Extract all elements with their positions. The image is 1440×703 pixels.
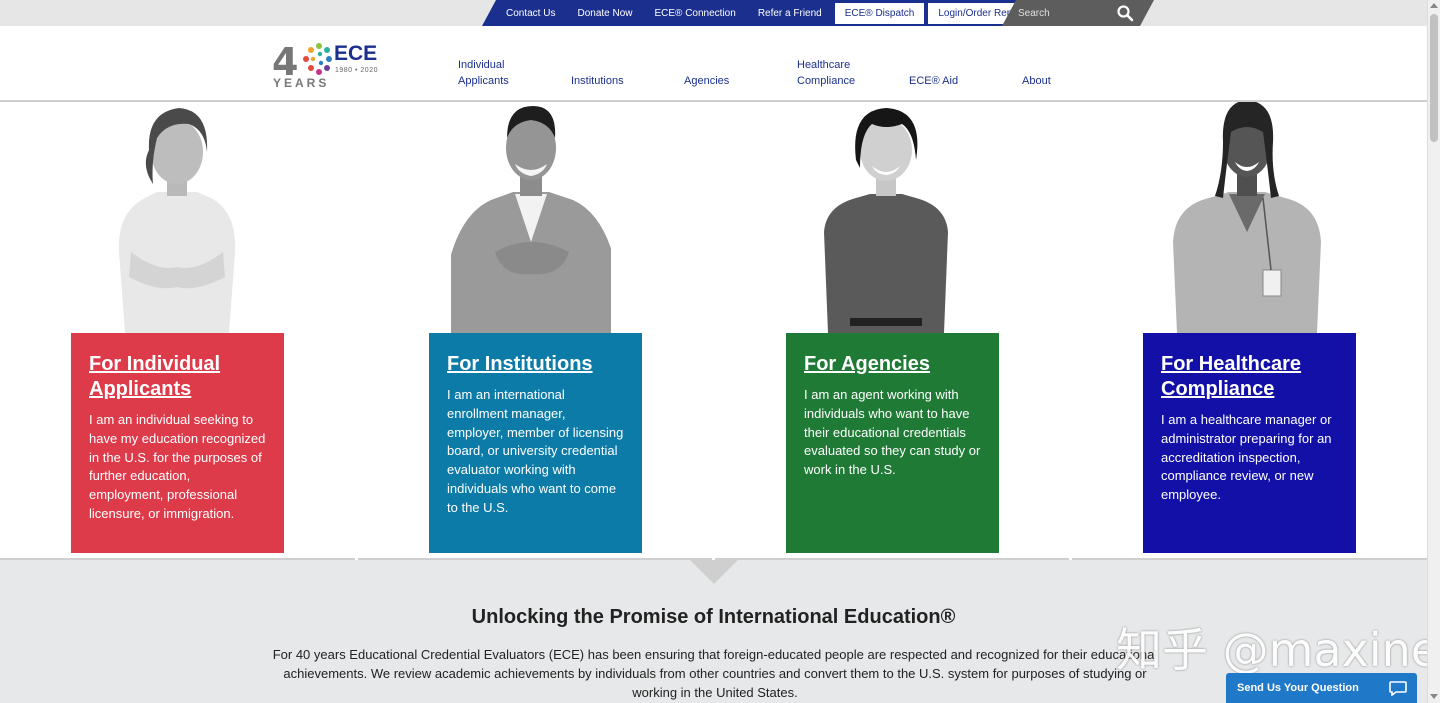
vertical-scrollbar[interactable] <box>1427 0 1440 703</box>
person-photo-agencies <box>824 108 948 333</box>
audience-card-individual: For Individual Applicants I am an indivi… <box>71 333 284 553</box>
nav-individual-applicants[interactable]: Individual Applicants <box>458 57 509 89</box>
chat-label: Send Us Your Question <box>1237 682 1359 694</box>
person-photo-institutions <box>451 106 611 333</box>
nav-institutions[interactable]: Institutions <box>571 73 624 89</box>
individual-applicants-link[interactable]: For Individual Applicants <box>89 352 266 402</box>
scroll-down-icon[interactable] <box>1430 694 1438 699</box>
audience-card-institutions: For Institutions I am an international e… <box>429 333 642 553</box>
nav-agencies[interactable]: Agencies <box>684 73 729 89</box>
audience-card-agencies: For Agencies I am an agent working with … <box>786 333 999 553</box>
nav-healthcare-compliance[interactable]: Healthcare Compliance <box>797 57 855 89</box>
logo-dots-icon <box>303 43 332 75</box>
card-description: I am an individual seeking to have my ed… <box>89 412 266 521</box>
search-input[interactable] <box>1018 5 1108 21</box>
scrollbar-thumb[interactable] <box>1430 14 1438 142</box>
nav-label: Applicants <box>458 75 509 87</box>
ece-logo[interactable]: 4 YEARS ECE 1980 • 2020 <box>272 40 387 92</box>
search-icon[interactable] <box>1116 4 1134 22</box>
person-photo-healthcare <box>1173 102 1321 333</box>
card-description: I am an agent working with individuals w… <box>804 387 981 478</box>
logo-years: YEARS <box>273 76 330 90</box>
card-description: I am an international enrollment manager… <box>447 387 624 515</box>
nav-label: Healthcare <box>797 59 851 71</box>
ece-connection-link[interactable]: ECE® Connection <box>655 8 736 19</box>
logo-brand: ECE <box>334 42 378 65</box>
send-question-chat-button[interactable]: Send Us Your Question <box>1226 673 1417 703</box>
scroll-up-icon[interactable] <box>1430 3 1438 8</box>
main-header <box>0 26 1427 102</box>
nav-label: Individual <box>458 59 505 71</box>
watermark: 知乎 @maxine <box>1116 623 1440 677</box>
audience-card-healthcare: For Healthcare Compliance I am a healthc… <box>1143 333 1356 553</box>
logo-dates: 1980 • 2020 <box>335 67 378 74</box>
donate-now-link[interactable]: Donate Now <box>577 8 632 19</box>
mission-lead-text: For 40 years Educational Credential Eval… <box>272 647 1158 700</box>
nav-label: Compliance <box>797 75 856 87</box>
healthcare-compliance-link[interactable]: For Healthcare Compliance <box>1161 352 1338 402</box>
agencies-link[interactable]: For Agencies <box>804 352 981 377</box>
card-description: I am a healthcare manager or administrat… <box>1161 412 1332 503</box>
audience-hero: For Individual Applicants I am an indivi… <box>0 102 1427 561</box>
contact-us-link[interactable]: Contact Us <box>506 8 555 19</box>
person-photo-individual <box>118 108 236 333</box>
nav-about[interactable]: About <box>1022 73 1051 89</box>
utility-links: Contact Us Donate Now ECE® Connection Re… <box>506 0 1038 26</box>
chat-bubble-icon <box>1389 681 1407 696</box>
refer-a-friend-link[interactable]: Refer a Friend <box>758 8 822 19</box>
ece-dispatch-button[interactable]: ECE® Dispatch <box>834 2 925 24</box>
nav-ece-aid[interactable]: ECE® Aid <box>909 73 958 89</box>
institutions-link[interactable]: For Institutions <box>447 352 624 377</box>
